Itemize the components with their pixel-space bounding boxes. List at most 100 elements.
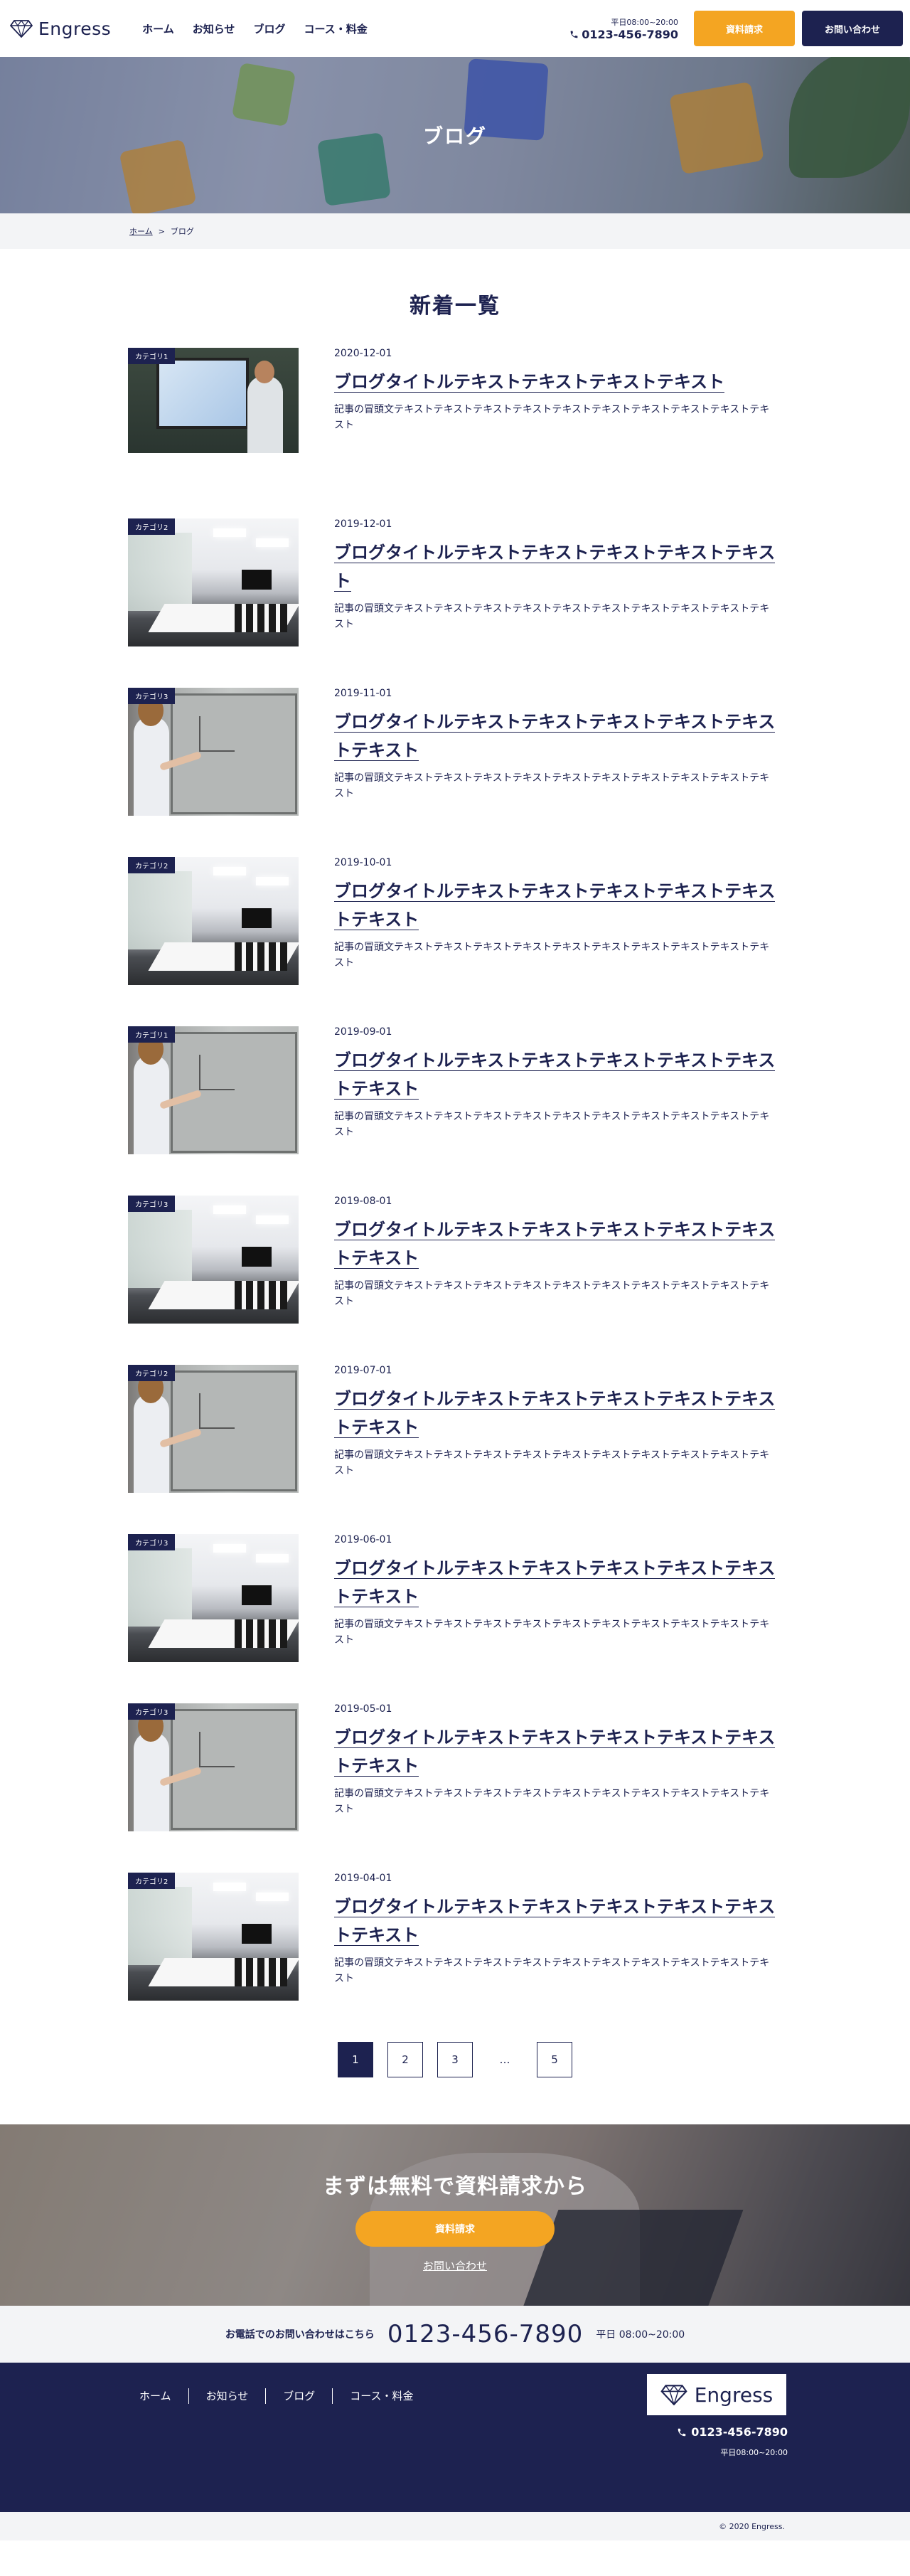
post-body: 2019-07-01 ブログタイトルテキストテキストテキストテキストテキストテキ…	[334, 1365, 782, 1493]
post-title[interactable]: ブログタイトルテキストテキストテキストテキストテキストテキスト	[334, 1215, 782, 1272]
breadcrumb: ホーム > ブログ	[0, 213, 910, 249]
cta-contact-link[interactable]: お問い合わせ	[423, 2258, 487, 2273]
post-title-text[interactable]: ブログタイトルテキストテキストテキストテキストテキストテキスト	[334, 712, 776, 761]
post-body: 2019-08-01 ブログタイトルテキストテキストテキストテキストテキストテキ…	[334, 1196, 782, 1324]
tel-band-number[interactable]: 0123-456-7890	[387, 2320, 584, 2348]
document-request-button[interactable]: 資料請求	[694, 11, 795, 46]
hero-banner: ブログ	[0, 57, 910, 213]
post-title[interactable]: ブログタイトルテキストテキストテキストテキストテキストテキスト	[334, 1046, 782, 1103]
post-title[interactable]: ブログタイトルテキストテキストテキストテキストテキストテキスト	[334, 1554, 782, 1611]
post-excerpt: 記事の冒頭文テキストテキストテキストテキストテキストテキストテキストテキストテキ…	[334, 603, 770, 630]
footer-logo[interactable]: Engress	[647, 2374, 786, 2415]
post-thumbnail[interactable]: カテゴリ3	[128, 1534, 299, 1662]
post-item[interactable]: カテゴリ3 2019-05-01 ブログタイトルテキストテキストテキストテキスト…	[128, 1703, 782, 1831]
nav-item-home[interactable]: ホーム	[142, 21, 174, 36]
photo-whiteboard	[128, 688, 299, 816]
post-thumbnail[interactable]: カテゴリ1	[128, 348, 299, 453]
post-date: 2019-08-01	[334, 1196, 392, 1207]
photo-meeting-room	[128, 1873, 299, 2001]
tel-number[interactable]: 0123-456-7890	[569, 28, 678, 41]
category-badge: カテゴリ1	[128, 348, 176, 364]
post-item[interactable]: カテゴリ3 2019-11-01 ブログタイトルテキストテキストテキストテキスト…	[128, 688, 782, 816]
post-title-text[interactable]: ブログタイトルテキストテキストテキストテキストテキストテキスト	[334, 1050, 776, 1100]
post-date: 2019-09-01	[334, 1026, 392, 1038]
site-logo[interactable]: Engress	[10, 18, 111, 39]
post-item[interactable]: カテゴリ1 2020-12-01 ブログタイトルテキストテキストテキストテキスト…	[128, 348, 782, 453]
post-title[interactable]: ブログタイトルテキストテキストテキストテキスト	[334, 368, 782, 396]
category-badge: カテゴリ2	[128, 1873, 176, 1889]
post-excerpt: 記事の冒頭文テキストテキストテキストテキストテキストテキストテキストテキストテキ…	[334, 1449, 770, 1476]
post-title-text[interactable]: ブログタイトルテキストテキストテキストテキストテキストテキスト	[334, 881, 776, 930]
post-thumbnail[interactable]: カテゴリ1	[128, 1026, 299, 1154]
footer-tel[interactable]: 0123-456-7890	[677, 2425, 788, 2439]
breadcrumb-separator: >	[158, 226, 165, 236]
post-title[interactable]: ブログタイトルテキストテキストテキストテキストテキスト	[334, 538, 782, 595]
breadcrumb-home[interactable]: ホーム	[129, 225, 153, 237]
logo-text: Engress	[38, 18, 112, 39]
photo-whiteboard	[128, 1703, 299, 1831]
global-nav: ホーム お知らせ ブログ コース・料金	[142, 21, 368, 36]
post-date: 2019-07-01	[334, 1365, 392, 1376]
footer-nav-blog[interactable]: ブログ	[265, 2388, 332, 2404]
post-title[interactable]: ブログタイトルテキストテキストテキストテキストテキストテキスト	[334, 1385, 782, 1442]
category-badge: カテゴリ3	[128, 1703, 176, 1720]
post-title[interactable]: ブログタイトルテキストテキストテキストテキストテキストテキスト	[334, 877, 782, 934]
post-item[interactable]: カテゴリ3 2019-08-01 ブログタイトルテキストテキストテキストテキスト…	[128, 1196, 782, 1324]
nav-item-news[interactable]: お知らせ	[193, 21, 235, 36]
category-badge: カテゴリ3	[128, 1534, 176, 1550]
post-thumbnail[interactable]: カテゴリ3	[128, 1196, 299, 1324]
post-item[interactable]: カテゴリ2 2019-12-01 ブログタイトルテキストテキストテキストテキスト…	[128, 518, 782, 646]
post-title-text[interactable]: ブログタイトルテキストテキストテキストテキストテキスト	[334, 543, 776, 592]
post-title[interactable]: ブログタイトルテキストテキストテキストテキストテキストテキスト	[334, 708, 782, 765]
post-excerpt: 記事の冒頭文テキストテキストテキストテキストテキストテキストテキストテキストテキ…	[334, 1280, 770, 1307]
diamond-icon	[660, 2385, 687, 2405]
post-item[interactable]: カテゴリ2 2019-07-01 ブログタイトルテキストテキストテキストテキスト…	[128, 1365, 782, 1493]
post-title-text[interactable]: ブログタイトルテキストテキストテキストテキストテキストテキスト	[334, 1558, 776, 1607]
tel-band: お電話でのお問い合わせはこちら 0123-456-7890 平日 08:00~2…	[0, 2306, 910, 2363]
category-badge: カテゴリ2	[128, 518, 176, 535]
header-tel: 平日08:00~20:00 0123-456-7890	[569, 16, 678, 41]
post-thumbnail[interactable]: カテゴリ3	[128, 688, 299, 816]
photo-meeting-room	[128, 1534, 299, 1662]
page-button-current[interactable]: 1	[338, 2042, 373, 2077]
post-date: 2019-06-01	[334, 1534, 392, 1545]
post-item[interactable]: カテゴリ3 2019-06-01 ブログタイトルテキストテキストテキストテキスト…	[128, 1534, 782, 1662]
post-body: 2019-12-01 ブログタイトルテキストテキストテキストテキストテキスト 記…	[334, 518, 782, 646]
post-item[interactable]: カテゴリ1 2019-09-01 ブログタイトルテキストテキストテキストテキスト…	[128, 1026, 782, 1154]
footer-nav-home[interactable]: ホーム	[139, 2388, 188, 2404]
cta-title: まずは無料で資料請求から	[323, 2174, 587, 2199]
post-date: 2019-04-01	[334, 1873, 392, 1884]
tel-band-label: お電話でのお問い合わせはこちら	[225, 2329, 375, 2341]
contact-button[interactable]: お問い合わせ	[802, 11, 903, 46]
cta-section: まずは無料で資料請求から 資料請求 お問い合わせ	[0, 2124, 910, 2306]
page-button-last[interactable]: 5	[537, 2042, 572, 2077]
post-title-text[interactable]: ブログタイトルテキストテキストテキストテキストテキストテキスト	[334, 1897, 776, 1946]
post-title[interactable]: ブログタイトルテキストテキストテキストテキストテキストテキスト	[334, 1723, 782, 1780]
post-thumbnail[interactable]: カテゴリ2	[128, 857, 299, 985]
post-body: 2019-10-01 ブログタイトルテキストテキストテキストテキストテキストテキ…	[334, 857, 782, 985]
nav-item-blog[interactable]: ブログ	[253, 21, 285, 36]
site-header: Engress ホーム お知らせ ブログ コース・料金 平日08:00~20:0…	[0, 0, 910, 57]
post-title-text[interactable]: ブログタイトルテキストテキストテキストテキストテキストテキスト	[334, 1728, 776, 1777]
post-thumbnail[interactable]: カテゴリ3	[128, 1703, 299, 1831]
post-date: 2019-05-01	[334, 1703, 392, 1715]
page-button[interactable]: 3	[437, 2042, 473, 2077]
post-thumbnail[interactable]: カテゴリ2	[128, 1365, 299, 1493]
cta-document-request-button[interactable]: 資料請求	[355, 2211, 555, 2247]
post-item[interactable]: カテゴリ2 2019-04-01 ブログタイトルテキストテキストテキストテキスト…	[128, 1873, 782, 2001]
post-date: 2019-12-01	[334, 518, 392, 530]
post-title-text[interactable]: ブログタイトルテキストテキストテキストテキストテキストテキスト	[334, 1389, 776, 1438]
post-title-text[interactable]: ブログタイトルテキストテキストテキストテキストテキストテキスト	[334, 1220, 776, 1269]
page-button[interactable]: 2	[387, 2042, 423, 2077]
post-date: 2019-10-01	[334, 857, 392, 868]
nav-item-course[interactable]: コース・料金	[304, 21, 367, 36]
post-item[interactable]: カテゴリ2 2019-10-01 ブログタイトルテキストテキストテキストテキスト…	[128, 857, 782, 985]
phone-icon	[570, 31, 578, 38]
post-body: 2019-04-01 ブログタイトルテキストテキストテキストテキストテキストテキ…	[334, 1873, 782, 2001]
footer-nav-course[interactable]: コース・料金	[332, 2388, 430, 2404]
post-title-text[interactable]: ブログタイトルテキストテキストテキストテキスト	[334, 372, 725, 393]
post-title[interactable]: ブログタイトルテキストテキストテキストテキストテキストテキスト	[334, 1893, 782, 1949]
post-thumbnail[interactable]: カテゴリ2	[128, 1873, 299, 2001]
post-thumbnail[interactable]: カテゴリ2	[128, 518, 299, 646]
footer-nav-news[interactable]: お知らせ	[188, 2388, 266, 2404]
